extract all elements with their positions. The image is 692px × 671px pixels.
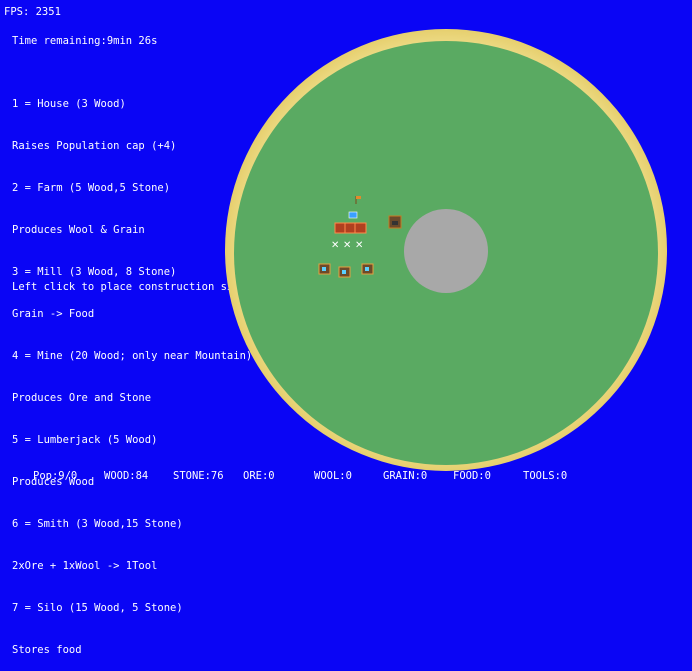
menu-lumberjack-key: 5 = Lumberjack (5 Wood) (12, 434, 158, 446)
ore-count: ORE:0 (243, 470, 275, 482)
building-lumberjack[interactable] (388, 215, 402, 229)
build-menu: 1 = House (3 Wood) Raises Population cap… (12, 69, 252, 671)
resource-bar: Pop:9/0 WOOD:84 STONE:76 ORE:0 WOOL:0 GR… (0, 469, 692, 483)
building-house[interactable] (361, 263, 374, 275)
menu-mine-key: 4 = Mine (20 Wood; only near Mountain) (12, 350, 253, 362)
food-count: FOOD:0 (453, 470, 491, 482)
menu-mill-desc: Grain -> Food (12, 308, 95, 320)
mountain (404, 209, 488, 293)
menu-mine-desc: Produces Ore and Stone (12, 392, 152, 404)
population-count: Pop:9/0 (33, 470, 78, 482)
menu-farm-desc: Produces Wool & Grain (12, 224, 145, 236)
building-farm-row[interactable] (334, 222, 367, 234)
menu-smith-desc: 2xOre + 1xWool -> 1Tool (12, 560, 158, 572)
stone-count: STONE:76 (173, 470, 224, 482)
menu-mill-key: 3 = Mill (3 Wood, 8 Stone) (12, 266, 177, 278)
building-house[interactable] (338, 266, 351, 278)
svg-text:✕: ✕ (355, 240, 363, 251)
construction-site-row[interactable]: ✕ ✕ ✕ (331, 240, 363, 251)
building-house[interactable] (318, 263, 331, 275)
wood-count: WOOD:84 (104, 470, 149, 482)
menu-farm-key: 2 = Farm (5 Wood,5 Stone) (12, 182, 171, 194)
menu-smith-key: 6 = Smith (3 Wood,15 Stone) (12, 518, 183, 530)
wool-count: WOOL:0 (314, 470, 352, 482)
grain-count: GRAIN:0 (383, 470, 428, 482)
menu-house-desc: Raises Population cap (+4) (12, 140, 177, 152)
svg-text:✕: ✕ (343, 240, 351, 251)
menu-silo-desc: Stores food (12, 644, 82, 656)
svg-text:✕: ✕ (331, 240, 339, 251)
tools-count: TOOLS:0 (523, 470, 568, 482)
unit-worker[interactable] (348, 211, 358, 219)
menu-silo-key: 7 = Silo (15 Wood, 5 Stone) (12, 602, 183, 614)
menu-house-key: 1 = House (3 Wood) (12, 98, 126, 110)
